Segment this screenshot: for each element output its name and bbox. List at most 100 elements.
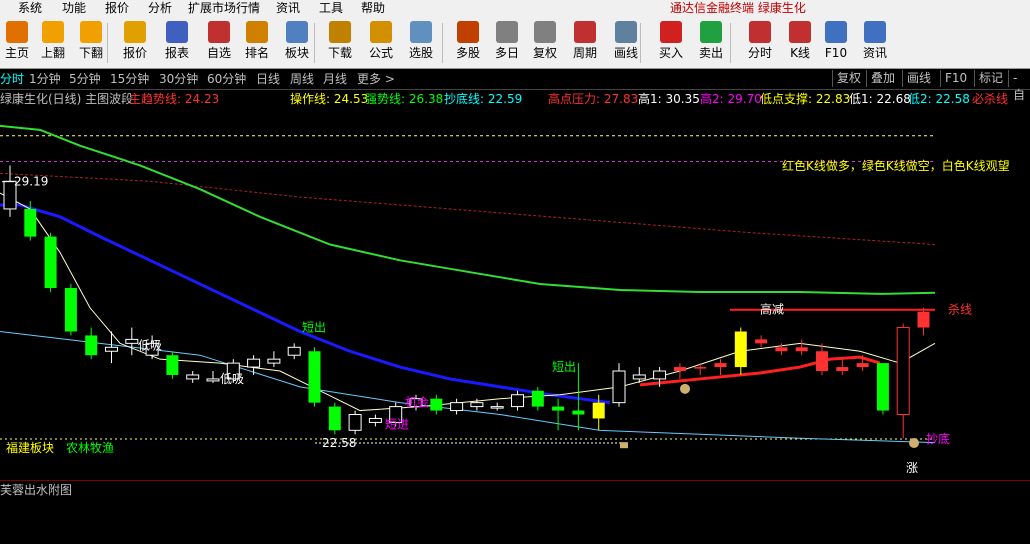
candle-body (572, 410, 585, 415)
toolbar-button-label: 多日 (494, 46, 519, 60)
subchart-title: 芙蓉出水附图 (0, 483, 73, 497)
period-15min[interactable]: 15分钟 (110, 71, 149, 87)
adjust-button[interactable]: 复权 (526, 19, 564, 65)
chart-tag: 短出 (552, 360, 576, 374)
candle-body (105, 346, 118, 352)
candle-body (673, 367, 686, 372)
arrow-up-button[interactable]: 上翻 (34, 19, 72, 65)
chart-note: 红色K线做多，绿色K线做空，白色K线观望 (782, 158, 1010, 173)
candle-body (44, 236, 57, 288)
candle-body (328, 406, 341, 431)
mark-button[interactable]: 标记 (974, 70, 1007, 87)
f10-button[interactable]: F10 (940, 70, 971, 87)
candle-body (552, 406, 565, 411)
indicator-value: 高点压力: 27.83 (548, 92, 639, 106)
arrow-down-icon (80, 21, 102, 43)
toolbar-button-label: 卖出 (698, 46, 723, 60)
sector-button[interactable]: 板块 (278, 19, 316, 65)
kline-button[interactable]: K线 (781, 19, 819, 65)
candle-body (755, 339, 768, 344)
chart-tag: 杀线 (948, 302, 972, 317)
candle-body (816, 351, 828, 372)
menu-system[interactable]: 系统 (18, 0, 42, 17)
period-weekly[interactable]: 周线 (290, 71, 314, 87)
toolbar-button-label: 下翻 (78, 46, 103, 60)
toolbar-button-label: 周期 (572, 46, 597, 60)
candle-body (166, 355, 179, 375)
multi-stock-button[interactable]: 多股 (449, 19, 487, 65)
menu-tools[interactable]: 工具 (319, 0, 343, 17)
sell-button[interactable]: 卖出 (692, 19, 730, 65)
indicator-value: 高2: 29.70 (700, 92, 762, 106)
f6-button[interactable]: 自选 (200, 19, 238, 65)
draw-line-button[interactable]: 画线 (902, 70, 935, 87)
stock-pick-icon (410, 21, 432, 43)
period-30min[interactable]: 30分钟 (159, 71, 198, 87)
chart-tag: 短进 (385, 417, 409, 431)
home-icon (6, 21, 28, 43)
overlay-button[interactable]: 叠加 (866, 70, 899, 87)
candle-body (287, 346, 301, 356)
f10-icon (825, 21, 847, 43)
period-daily[interactable]: 日线 (256, 71, 280, 87)
f10-button[interactable]: F10 (817, 19, 855, 65)
indicator-name: 绿康生化(日线) 主图波段 (0, 92, 134, 106)
intraday-icon (749, 21, 771, 43)
adjust-button[interactable]: 复权 (832, 70, 865, 87)
quote-yen-icon (124, 21, 146, 43)
report-button[interactable]: 报表 (158, 19, 196, 65)
indicator-value: 低1: 22.68 (849, 92, 911, 106)
f8-button[interactable]: 周期 (566, 19, 604, 65)
candle-body (186, 374, 200, 380)
indicator-value: 低2: 22.58 (908, 92, 970, 106)
period-intraday[interactable]: 分时 (0, 71, 24, 87)
period-more[interactable]: 更多 > (357, 71, 395, 87)
arrow-down-button[interactable]: 下翻 (72, 19, 110, 65)
period-60min[interactable]: 60分钟 (207, 71, 246, 87)
multi-day-button[interactable]: 多日 (488, 19, 526, 65)
news-button[interactable]: 资讯 (856, 19, 894, 65)
indicator-value: 抄底线: 22.59 (444, 92, 523, 106)
period-5min[interactable]: 5分钟 (69, 71, 101, 87)
menu-function[interactable]: 功能 (62, 0, 86, 17)
chart-tag: 高减 (760, 302, 784, 317)
ma-red-dotted (0, 172, 936, 246)
chart-tag: 涨 (906, 460, 918, 475)
period-monthly[interactable]: 月线 (323, 71, 347, 87)
candle-body (450, 402, 464, 412)
candle-body (308, 351, 321, 403)
rank-button[interactable]: 排名 (238, 19, 276, 65)
candle-body (775, 347, 788, 352)
candle-body (24, 208, 37, 237)
candle-body (267, 358, 281, 364)
arrow-up-icon (42, 21, 64, 43)
kline-chart[interactable]: 29.1922.58低吸低吸短出短进机会短出高减 杀线抄底涨红色K线做多，绿色K线… (0, 108, 1030, 480)
auto-button[interactable]: -自 (1008, 70, 1030, 102)
quote-yen-button[interactable]: 报价 (116, 19, 154, 65)
menu-news[interactable]: 资讯 (276, 0, 300, 17)
indicator-value: 低点支撑: 22.83 (760, 92, 851, 106)
buy-button[interactable]: 买入 (652, 19, 690, 65)
chart-tag: 短出 (302, 320, 326, 334)
candle-body (632, 374, 646, 380)
toolbar-button-label: 报价 (122, 46, 147, 60)
f6-icon (208, 21, 230, 43)
buy-icon (660, 21, 682, 43)
menu-quote[interactable]: 报价 (105, 0, 129, 17)
formula-button[interactable]: 公式 (362, 19, 400, 65)
intraday-button[interactable]: 分时 (741, 19, 779, 65)
toolbar-separator (640, 23, 641, 63)
candle-body (85, 335, 98, 356)
indicator-value: 强势线: 26.38 (365, 92, 444, 106)
period-bar: 分时 1分钟 5分钟 15分钟 30分钟 60分钟 日线 周线 月线 更多 > … (0, 69, 1030, 102)
menu-analysis[interactable]: 分析 (148, 0, 172, 17)
stock-pick-button[interactable]: 选股 (402, 19, 440, 65)
toolbar-button-label: 自选 (206, 46, 231, 60)
home-button[interactable]: 主页 (0, 19, 36, 65)
menu-help[interactable]: 帮助 (361, 0, 385, 17)
toolbar-button-label: 复权 (532, 46, 557, 60)
menu-extended-market[interactable]: 扩展市场行情 (188, 0, 260, 17)
candle-body (612, 370, 626, 404)
download-button[interactable]: 下载 (321, 19, 359, 65)
period-1min[interactable]: 1分钟 (29, 71, 61, 87)
